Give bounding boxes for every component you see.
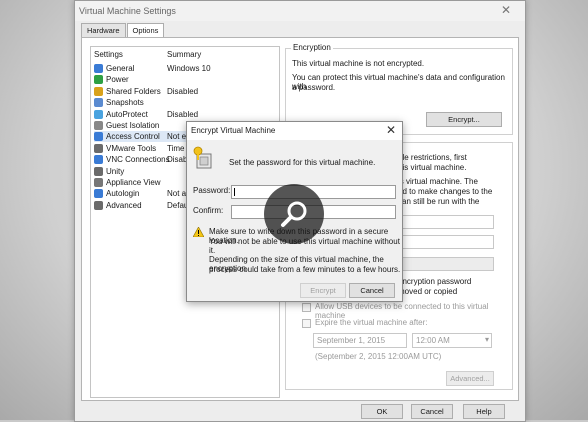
summary-column-header: Summary	[167, 50, 202, 59]
settings-row-general[interactable]: General Windows 10	[94, 63, 278, 74]
guest-isolation-icon	[94, 121, 103, 130]
encryption-status: This virtual machine is not encrypted.	[292, 59, 425, 68]
restrictions-text-7: moved or copied	[398, 287, 458, 296]
settings-row-name: Access Control	[106, 132, 160, 142]
dialog-title: Encrypt Virtual Machine	[191, 126, 276, 135]
settings-row-shared-folders[interactable]: Shared Folders Disabled	[94, 86, 278, 97]
ok-button[interactable]: OK	[361, 404, 403, 419]
settings-row-name: Unity	[106, 166, 125, 176]
expire-checkbox[interactable]	[302, 319, 311, 328]
settings-row-name: Shared Folders	[106, 86, 161, 96]
shared-folders-icon	[94, 86, 103, 96]
time-spinner-icon[interactable]: ▾	[485, 335, 489, 344]
vnc-connections-icon	[94, 155, 103, 165]
expire-label: Expire the virtual machine after:	[315, 318, 428, 327]
warning-icon	[192, 226, 205, 239]
dialog-cancel-button[interactable]: Cancel	[349, 283, 395, 298]
cancel-button[interactable]: Cancel	[411, 404, 453, 419]
window-close-icon[interactable]: ✕	[501, 3, 511, 17]
tab-bar: Hardware Options	[81, 23, 165, 37]
settings-row-name: Power	[106, 75, 129, 85]
appliance-view-icon	[94, 178, 103, 187]
help-button[interactable]: Help	[463, 404, 505, 419]
general-icon	[94, 64, 103, 73]
tab-options[interactable]: Options	[126, 23, 165, 37]
advanced-button[interactable]: Advanced...	[446, 371, 494, 386]
tab-hardware[interactable]: Hardware	[81, 23, 126, 37]
encrypt-settings-button[interactable]: Encrypt...	[426, 112, 502, 127]
encrypt-lock-icon	[193, 146, 213, 172]
settings-row-autoprotect[interactable]: AutoProtect Disabled	[94, 109, 278, 120]
window-title: Virtual Machine Settings	[79, 6, 176, 16]
expire-date-field[interactable]: September 1, 2015	[313, 333, 407, 348]
advanced-icon	[94, 200, 103, 210]
settings-row-name: Guest Isolation	[106, 121, 160, 130]
access-control-icon	[94, 132, 103, 142]
usb-checkbox[interactable]	[302, 303, 311, 312]
list-header: Settings Summary	[94, 50, 274, 61]
restrictions-confirm-field[interactable]	[398, 235, 494, 249]
dialog-close-icon[interactable]: ✕	[386, 123, 396, 137]
restrictions-text-2: his virtual machine.	[398, 163, 467, 172]
expire-note: (September 2, 2015 12:00AM UTC)	[315, 352, 442, 361]
autoprotect-icon	[94, 109, 103, 119]
settings-row-name: Appliance View	[106, 178, 161, 187]
info-line2: process could take from a few minutes to…	[209, 265, 401, 274]
dialog-header-text: Set the password for this virtual machin…	[229, 158, 376, 167]
restrictions-text-6: encryption password	[398, 277, 472, 286]
confirm-label: Confirm:	[193, 206, 224, 215]
snapshots-icon	[94, 98, 103, 108]
settings-row-name: VNC Connections	[106, 155, 170, 165]
restrictions-dropdown[interactable]	[398, 257, 494, 271]
autologin-icon	[94, 189, 103, 199]
settings-row-summary: Disabled	[167, 86, 199, 96]
settings-row-summary: Disabled	[167, 109, 199, 119]
vmware-tools-icon	[94, 143, 103, 153]
settings-column-header: Settings	[94, 50, 123, 59]
settings-row-name: Snapshots	[106, 98, 144, 108]
expire-date-value: September 1, 2015	[317, 336, 386, 345]
title-bar: Virtual Machine Settings ✕	[75, 1, 525, 21]
restrictions-text-5: can still be run with the	[398, 197, 480, 206]
settings-row-name: AutoProtect	[106, 109, 148, 119]
text-caret	[234, 188, 235, 196]
power-icon	[94, 75, 103, 85]
restrictions-text-3: is virtual machine. The	[398, 177, 478, 186]
settings-row-name: Autologin	[106, 189, 140, 199]
settings-row-name: General	[106, 64, 135, 73]
expire-time-value: 12:00 AM	[416, 336, 450, 345]
zoom-overlay-button[interactable]	[264, 184, 324, 244]
dialog-encrypt-button[interactable]: Encrypt	[300, 283, 346, 298]
restrictions-password-field[interactable]	[398, 215, 494, 229]
settings-row-name: VMware Tools	[106, 143, 157, 153]
password-label: Password:	[193, 186, 231, 195]
settings-row-power[interactable]: Power	[94, 74, 278, 85]
expire-time-field[interactable]: 12:00 AM ▾	[412, 333, 492, 348]
restrictions-text-1: ble restrictions, first	[398, 153, 467, 162]
unity-icon	[94, 166, 103, 176]
settings-row-name: Advanced	[106, 200, 142, 210]
settings-row-summary: Windows 10	[167, 64, 211, 73]
encryption-desc-line2: a password.	[292, 83, 336, 92]
restrictions-text-4: ed to make changes to the	[398, 187, 493, 196]
settings-row-snapshots[interactable]: Snapshots	[94, 97, 278, 108]
encryption-group-title: Encryption	[291, 43, 333, 52]
